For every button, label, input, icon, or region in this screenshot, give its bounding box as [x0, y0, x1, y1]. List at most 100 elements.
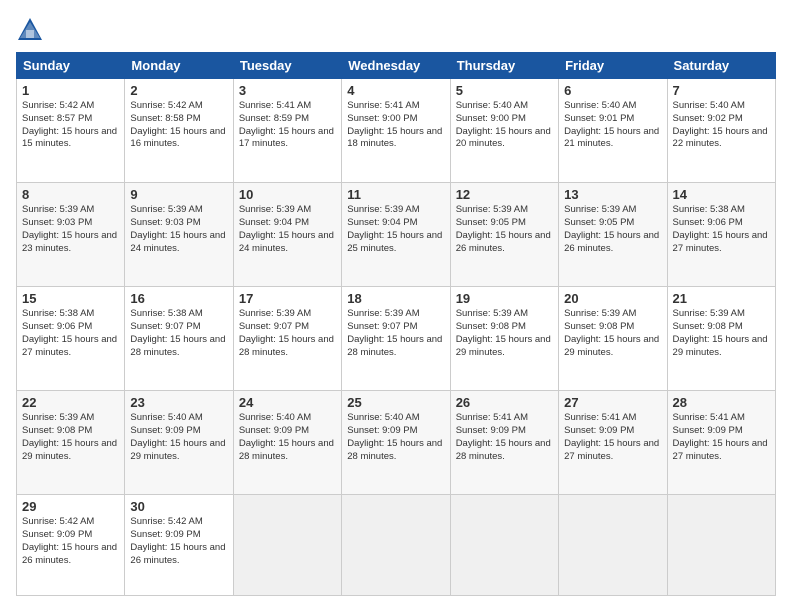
- logo-icon: [16, 16, 44, 44]
- day-detail: Sunrise: 5:40 AMSunset: 9:02 PMDaylight:…: [673, 100, 770, 151]
- page: SundayMondayTuesdayWednesdayThursdayFrid…: [0, 0, 792, 612]
- day-detail: Sunrise: 5:40 AMSunset: 9:09 PMDaylight:…: [130, 412, 227, 463]
- day-detail: Sunrise: 5:41 AMSunset: 9:09 PMDaylight:…: [673, 412, 770, 463]
- day-detail: Sunrise: 5:39 AMSunset: 9:03 PMDaylight:…: [22, 204, 119, 255]
- day-detail: Sunrise: 5:42 AMSunset: 9:09 PMDaylight:…: [130, 516, 227, 567]
- day-number: 24: [239, 395, 336, 410]
- day-number: 6: [564, 83, 661, 98]
- day-number: 29: [22, 499, 119, 514]
- day-number: 25: [347, 395, 444, 410]
- day-detail: Sunrise: 5:41 AMSunset: 8:59 PMDaylight:…: [239, 100, 336, 151]
- day-detail: Sunrise: 5:39 AMSunset: 9:08 PMDaylight:…: [673, 308, 770, 359]
- day-detail: Sunrise: 5:42 AMSunset: 8:58 PMDaylight:…: [130, 100, 227, 151]
- day-detail: Sunrise: 5:39 AMSunset: 9:07 PMDaylight:…: [239, 308, 336, 359]
- calendar-day-cell: 12 Sunrise: 5:39 AMSunset: 9:05 PMDayligh…: [450, 183, 558, 287]
- day-number: 5: [456, 83, 553, 98]
- calendar-day-cell: 1 Sunrise: 5:42 AMSunset: 8:57 PMDaylight…: [17, 79, 125, 183]
- day-number: 21: [673, 291, 770, 306]
- day-detail: Sunrise: 5:39 AMSunset: 9:03 PMDaylight:…: [130, 204, 227, 255]
- weekday-header: Sunday: [17, 53, 125, 79]
- calendar-day-cell: 7 Sunrise: 5:40 AMSunset: 9:02 PMDaylight…: [667, 79, 775, 183]
- day-number: 30: [130, 499, 227, 514]
- calendar-day-cell: 9 Sunrise: 5:39 AMSunset: 9:03 PMDaylight…: [125, 183, 233, 287]
- calendar-day-cell: 15 Sunrise: 5:38 AMSunset: 9:06 PMDayligh…: [17, 287, 125, 391]
- calendar-day-cell: 8 Sunrise: 5:39 AMSunset: 9:03 PMDaylight…: [17, 183, 125, 287]
- weekday-header: Tuesday: [233, 53, 341, 79]
- day-number: 13: [564, 187, 661, 202]
- calendar-day-cell: 20 Sunrise: 5:39 AMSunset: 9:08 PMDayligh…: [559, 287, 667, 391]
- day-number: 10: [239, 187, 336, 202]
- calendar-day-cell: 3 Sunrise: 5:41 AMSunset: 8:59 PMDaylight…: [233, 79, 341, 183]
- day-detail: Sunrise: 5:39 AMSunset: 9:05 PMDaylight:…: [564, 204, 661, 255]
- day-number: 20: [564, 291, 661, 306]
- weekday-header: Thursday: [450, 53, 558, 79]
- header: [16, 16, 776, 44]
- calendar-day-cell: 24 Sunrise: 5:40 AMSunset: 9:09 PMDayligh…: [233, 391, 341, 495]
- calendar-day-cell: 10 Sunrise: 5:39 AMSunset: 9:04 PMDayligh…: [233, 183, 341, 287]
- day-number: 2: [130, 83, 227, 98]
- day-detail: Sunrise: 5:41 AMSunset: 9:09 PMDaylight:…: [456, 412, 553, 463]
- day-number: 19: [456, 291, 553, 306]
- calendar-week-row: 8 Sunrise: 5:39 AMSunset: 9:03 PMDaylight…: [17, 183, 776, 287]
- calendar-day-cell: 21 Sunrise: 5:39 AMSunset: 9:08 PMDayligh…: [667, 287, 775, 391]
- calendar-day-cell: 13 Sunrise: 5:39 AMSunset: 9:05 PMDayligh…: [559, 183, 667, 287]
- calendar-day-cell: [342, 495, 450, 596]
- calendar-day-cell: 27Sunrise: 5:41 AMSunset: 9:09 PMDayligh…: [559, 391, 667, 495]
- calendar-day-cell: 17 Sunrise: 5:39 AMSunset: 9:07 PMDayligh…: [233, 287, 341, 391]
- day-number: 17: [239, 291, 336, 306]
- calendar-day-cell: 5 Sunrise: 5:40 AMSunset: 9:00 PMDaylight…: [450, 79, 558, 183]
- day-detail: Sunrise: 5:39 AMSunset: 9:04 PMDaylight:…: [239, 204, 336, 255]
- day-detail: Sunrise: 5:41 AMSunset: 9:09 PMDaylight:…: [564, 412, 661, 463]
- day-number: 7: [673, 83, 770, 98]
- calendar-day-cell: 25 Sunrise: 5:40 AMSunset: 9:09 PMDayligh…: [342, 391, 450, 495]
- calendar-day-cell: 28 Sunrise: 5:41 AMSunset: 9:09 PMDayligh…: [667, 391, 775, 495]
- day-detail: Sunrise: 5:38 AMSunset: 9:07 PMDaylight:…: [130, 308, 227, 359]
- day-number: 12: [456, 187, 553, 202]
- day-detail: Sunrise: 5:39 AMSunset: 9:04 PMDaylight:…: [347, 204, 444, 255]
- day-number: 15: [22, 291, 119, 306]
- logo: [16, 16, 48, 44]
- day-number: 16: [130, 291, 227, 306]
- calendar-header-row: SundayMondayTuesdayWednesdayThursdayFrid…: [17, 53, 776, 79]
- day-detail: Sunrise: 5:40 AMSunset: 9:01 PMDaylight:…: [564, 100, 661, 151]
- calendar-day-cell: 11 Sunrise: 5:39 AMSunset: 9:04 PMDayligh…: [342, 183, 450, 287]
- day-detail: Sunrise: 5:39 AMSunset: 9:08 PMDaylight:…: [22, 412, 119, 463]
- day-detail: Sunrise: 5:39 AMSunset: 9:05 PMDaylight:…: [456, 204, 553, 255]
- day-detail: Sunrise: 5:39 AMSunset: 9:08 PMDaylight:…: [564, 308, 661, 359]
- calendar-day-cell: 6 Sunrise: 5:40 AMSunset: 9:01 PMDaylight…: [559, 79, 667, 183]
- day-number: 3: [239, 83, 336, 98]
- weekday-header: Monday: [125, 53, 233, 79]
- day-detail: Sunrise: 5:38 AMSunset: 9:06 PMDaylight:…: [22, 308, 119, 359]
- day-detail: Sunrise: 5:40 AMSunset: 9:09 PMDaylight:…: [347, 412, 444, 463]
- day-number: 4: [347, 83, 444, 98]
- day-number: 22: [22, 395, 119, 410]
- calendar: SundayMondayTuesdayWednesdayThursdayFrid…: [16, 52, 776, 596]
- day-number: 26: [456, 395, 553, 410]
- day-detail: Sunrise: 5:40 AMSunset: 9:09 PMDaylight:…: [239, 412, 336, 463]
- calendar-day-cell: 19Sunrise: 5:39 AMSunset: 9:08 PMDayligh…: [450, 287, 558, 391]
- calendar-day-cell: [233, 495, 341, 596]
- weekday-header: Wednesday: [342, 53, 450, 79]
- calendar-day-cell: 18Sunrise: 5:39 AMSunset: 9:07 PMDayligh…: [342, 287, 450, 391]
- day-number: 9: [130, 187, 227, 202]
- calendar-day-cell: [559, 495, 667, 596]
- day-detail: Sunrise: 5:38 AMSunset: 9:06 PMDaylight:…: [673, 204, 770, 255]
- calendar-day-cell: 23Sunrise: 5:40 AMSunset: 9:09 PMDayligh…: [125, 391, 233, 495]
- day-number: 28: [673, 395, 770, 410]
- day-number: 1: [22, 83, 119, 98]
- day-detail: Sunrise: 5:40 AMSunset: 9:00 PMDaylight:…: [456, 100, 553, 151]
- calendar-week-row: 15 Sunrise: 5:38 AMSunset: 9:06 PMDayligh…: [17, 287, 776, 391]
- day-number: 11: [347, 187, 444, 202]
- calendar-body: 1 Sunrise: 5:42 AMSunset: 8:57 PMDaylight…: [17, 79, 776, 596]
- weekday-header: Saturday: [667, 53, 775, 79]
- weekday-header: Friday: [559, 53, 667, 79]
- day-detail: Sunrise: 5:42 AMSunset: 9:09 PMDaylight:…: [22, 516, 119, 567]
- day-detail: Sunrise: 5:39 AMSunset: 9:07 PMDaylight:…: [347, 308, 444, 359]
- calendar-day-cell: 26 Sunrise: 5:41 AMSunset: 9:09 PMDayligh…: [450, 391, 558, 495]
- day-detail: Sunrise: 5:41 AMSunset: 9:00 PMDaylight:…: [347, 100, 444, 151]
- calendar-week-row: 1 Sunrise: 5:42 AMSunset: 8:57 PMDaylight…: [17, 79, 776, 183]
- day-number: 8: [22, 187, 119, 202]
- calendar-day-cell: 14Sunrise: 5:38 AMSunset: 9:06 PMDayligh…: [667, 183, 775, 287]
- calendar-day-cell: [667, 495, 775, 596]
- day-detail: Sunrise: 5:42 AMSunset: 8:57 PMDaylight:…: [22, 100, 119, 151]
